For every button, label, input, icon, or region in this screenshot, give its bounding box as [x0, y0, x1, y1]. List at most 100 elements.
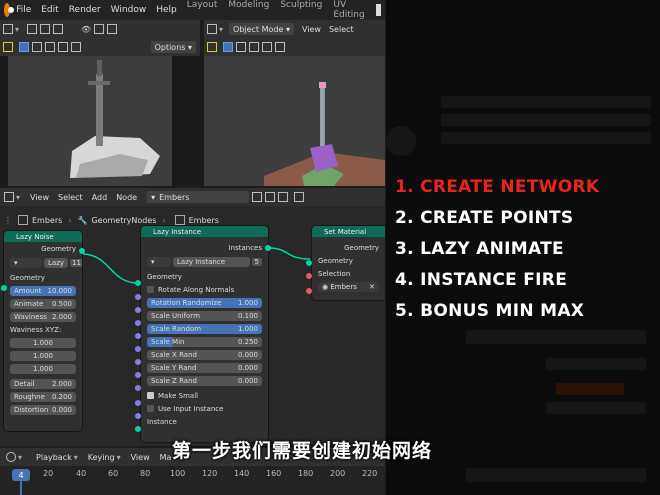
- tab-modeling[interactable]: Modeling: [228, 0, 269, 20]
- menu-view[interactable]: View: [131, 453, 150, 462]
- rotate-normals-socket[interactable]: [135, 294, 141, 300]
- menu-marker[interactable]: Ma: [160, 453, 172, 462]
- box-select-icon[interactable]: [19, 42, 29, 52]
- scale-z-socket[interactable]: [135, 385, 141, 391]
- tab-layout[interactable]: Layout: [187, 0, 218, 20]
- scale-z-rand-field[interactable]: Scale Z Rand 0.000: [147, 375, 262, 386]
- close-icon[interactable]: [278, 192, 289, 202]
- mode-invert-icon[interactable]: [275, 42, 285, 52]
- chevron-down-icon[interactable]: ▾: [219, 25, 223, 34]
- lazy-instance-geometry-socket[interactable]: [135, 280, 141, 286]
- image-icon[interactable]: [27, 24, 38, 34]
- scale-y-rand-field[interactable]: Scale Y Rand 0.000: [147, 362, 262, 373]
- node-lazy-noise-header[interactable]: Lazy Noise: [4, 231, 82, 242]
- cursor-icon[interactable]: [40, 24, 51, 34]
- node-tree-selector[interactable]: ▾ Embers: [147, 191, 250, 203]
- chevron-down-icon[interactable]: ▾: [15, 25, 19, 34]
- set-material-geometry-socket[interactable]: [306, 260, 312, 266]
- scale-x-rand-field[interactable]: Scale X Rand 0.000: [147, 349, 262, 360]
- clock-icon[interactable]: [6, 452, 16, 462]
- 3d-viewport-icon[interactable]: [207, 24, 217, 34]
- menu-window[interactable]: Window: [111, 5, 147, 15]
- amount-field[interactable]: Amount 10.000: [10, 285, 76, 296]
- mode-add-icon[interactable]: [249, 42, 259, 52]
- fake-user-icon[interactable]: [252, 192, 263, 202]
- select-tool-icon[interactable]: [3, 42, 13, 52]
- scene-icon[interactable]: [375, 4, 381, 16]
- left-viewport[interactable]: [0, 56, 200, 186]
- options-dropdown[interactable]: Options ▾: [150, 41, 196, 53]
- select-tool-icon[interactable]: [207, 42, 217, 52]
- menu-view[interactable]: View: [30, 193, 49, 202]
- node-lazy-instance[interactable]: Lazy Instance Instances ▾ Lazy Instance …: [141, 226, 268, 442]
- users-count[interactable]: 11: [70, 259, 82, 267]
- waviness-field[interactable]: Waviness 2.000: [10, 311, 76, 322]
- duplicate-icon[interactable]: [265, 192, 276, 202]
- menu-help[interactable]: Help: [156, 5, 177, 15]
- lazy-instance-output-socket[interactable]: [265, 245, 271, 251]
- close-icon[interactable]: ✕: [369, 283, 375, 291]
- right-viewport[interactable]: [204, 56, 385, 186]
- waviness-y-field[interactable]: 1.000: [10, 350, 76, 361]
- node-group-type-dropdown[interactable]: ▾: [147, 257, 171, 267]
- chevron-down-icon[interactable]: ▾: [16, 193, 20, 202]
- scale-uniform-socket[interactable]: [135, 320, 141, 326]
- node-set-material-header[interactable]: Set Material: [312, 226, 385, 237]
- gizmo-icon[interactable]: [94, 24, 105, 34]
- scale-y-socket[interactable]: [135, 372, 141, 378]
- node-group-name-field[interactable]: Lazy: [44, 258, 69, 268]
- scale-random-field[interactable]: Scale Random 1.000: [147, 323, 262, 334]
- scale-x-socket[interactable]: [135, 359, 141, 365]
- node-lazy-noise[interactable]: Lazy Noise Geometry ▾ Lazy 11 Geometry A…: [4, 231, 82, 431]
- menu-render[interactable]: Render: [69, 5, 101, 15]
- rotation-randomize-field[interactable]: Rotation Randomize 1.000: [147, 297, 262, 308]
- material-field[interactable]: ◉ Embers ✕: [318, 281, 379, 292]
- mode-new-icon[interactable]: [32, 42, 42, 52]
- blender-logo-icon[interactable]: [4, 3, 15, 17]
- menu-edit[interactable]: Edit: [41, 5, 58, 15]
- scale-random-socket[interactable]: [135, 333, 141, 339]
- box-select-icon[interactable]: [223, 42, 233, 52]
- menu-select[interactable]: Select: [329, 25, 354, 34]
- object-mode-dropdown[interactable]: Object Mode ▾: [229, 23, 294, 35]
- waviness-z-field[interactable]: 1.000: [10, 363, 76, 374]
- node-lazy-instance-header[interactable]: Lazy Instance: [141, 226, 268, 237]
- mode-sub-icon[interactable]: [262, 42, 272, 52]
- set-material-material-socket[interactable]: [306, 288, 312, 294]
- mode-invert-icon[interactable]: [71, 42, 81, 52]
- node-set-material[interactable]: Set Material Geometry Geometry Selection…: [312, 226, 385, 300]
- node-group-type-dropdown[interactable]: ▾: [10, 258, 42, 268]
- waviness-x-field[interactable]: 1.000: [10, 337, 76, 348]
- menu-keying[interactable]: Keying: [88, 453, 115, 462]
- instance-input-socket[interactable]: [135, 426, 141, 432]
- roughness-field[interactable]: Roughne 0.200: [10, 391, 76, 402]
- menu-add[interactable]: Add: [92, 193, 108, 202]
- mode-sub-icon[interactable]: [58, 42, 68, 52]
- lazy-noise-input-socket[interactable]: [1, 285, 7, 291]
- curve-icon[interactable]: [53, 24, 64, 34]
- tab-uv-editing[interactable]: UV Editing: [333, 0, 364, 20]
- editor-type-icon[interactable]: [3, 24, 13, 34]
- users-count[interactable]: 5: [251, 258, 262, 266]
- node-group-name-field[interactable]: Lazy Instance: [173, 257, 250, 267]
- node-editor-icon[interactable]: [4, 192, 14, 202]
- mode-add-icon[interactable]: [45, 42, 55, 52]
- menu-playback[interactable]: Playback: [36, 453, 72, 462]
- detail-field[interactable]: Detail 2.000: [10, 378, 76, 389]
- view-icon[interactable]: 👁: [81, 25, 91, 34]
- use-input-instance-checkbox[interactable]: [147, 405, 154, 412]
- scale-min-field[interactable]: Scale Min 0.250: [147, 336, 262, 347]
- animate-field[interactable]: Animate 0.500: [10, 298, 76, 309]
- use-input-instance-socket[interactable]: [135, 413, 141, 419]
- menu-file[interactable]: File: [16, 5, 31, 15]
- pin-icon[interactable]: [294, 192, 305, 202]
- set-material-selection-socket[interactable]: [306, 273, 312, 279]
- make-small-socket[interactable]: [135, 400, 141, 406]
- scale-min-socket[interactable]: [135, 346, 141, 352]
- scale-uniform-field[interactable]: Scale Uniform 0.100: [147, 310, 262, 321]
- lazy-noise-output-socket[interactable]: [79, 248, 85, 254]
- mode-new-icon[interactable]: [236, 42, 246, 52]
- tab-sculpting[interactable]: Sculpting: [280, 0, 322, 20]
- globe-icon[interactable]: [107, 24, 118, 34]
- rotation-randomize-socket[interactable]: [135, 307, 141, 313]
